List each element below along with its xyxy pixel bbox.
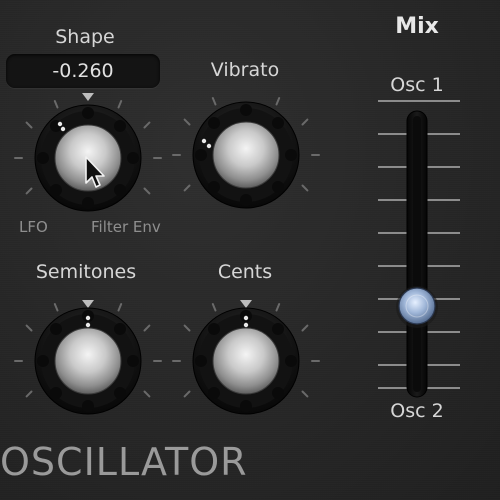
shape-knob[interactable]: [14, 93, 162, 212]
controls-svg: [14, 93, 460, 415]
semitones-center-marker: [82, 300, 94, 308]
semitones-knob[interactable]: [14, 300, 162, 415]
mix-slider-thumb[interactable]: [396, 286, 438, 328]
oscillator-panel: Shape -0.260 Vibrato LFO Filter Env Semi…: [0, 0, 500, 500]
vibrato-knob[interactable]: [172, 97, 320, 209]
cents-center-marker: [240, 300, 252, 308]
cents-knob[interactable]: [172, 300, 320, 415]
shape-center-marker: [82, 93, 94, 101]
mix-slider[interactable]: [378, 100, 460, 398]
